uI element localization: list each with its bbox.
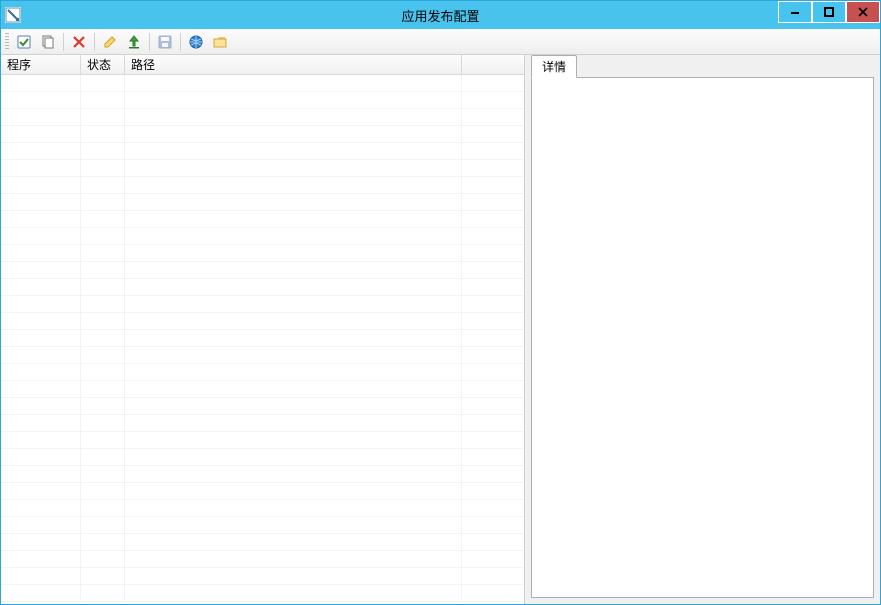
- table-row[interactable]: [1, 568, 524, 585]
- table-row[interactable]: [1, 143, 524, 160]
- table-row[interactable]: [1, 398, 524, 415]
- delete-icon: [71, 34, 87, 50]
- table-row[interactable]: [1, 109, 524, 126]
- toolbar-separator: [180, 33, 181, 51]
- tabs-row: 详情: [531, 55, 874, 77]
- table-row[interactable]: [1, 126, 524, 143]
- toolbar-grip: [5, 33, 9, 51]
- upload-icon: [126, 34, 142, 50]
- checklist-icon: [16, 34, 32, 50]
- app-icon: [5, 7, 21, 23]
- table-row[interactable]: [1, 551, 524, 568]
- table-row[interactable]: [1, 466, 524, 483]
- publish-button[interactable]: [123, 31, 145, 53]
- table-row[interactable]: [1, 313, 524, 330]
- edit-button[interactable]: [99, 31, 121, 53]
- details-content: [531, 77, 874, 598]
- table-row[interactable]: [1, 330, 524, 347]
- copy-button[interactable]: [37, 31, 59, 53]
- minimize-button[interactable]: [778, 1, 812, 23]
- table-row[interactable]: [1, 262, 524, 279]
- close-icon: [858, 7, 868, 17]
- table-row[interactable]: [1, 449, 524, 466]
- table-row[interactable]: [1, 534, 524, 551]
- folder-button[interactable]: [209, 31, 231, 53]
- titlebar: 应用发布配置: [1, 1, 880, 29]
- globe-icon: [188, 34, 204, 50]
- table-row[interactable]: [1, 296, 524, 313]
- column-header-extra[interactable]: [462, 55, 524, 74]
- toolbar-separator: [63, 33, 64, 51]
- table-row[interactable]: [1, 347, 524, 364]
- table-row[interactable]: [1, 75, 524, 92]
- details-panel: 详情: [525, 55, 880, 604]
- window-controls: [778, 1, 880, 29]
- table-row[interactable]: [1, 517, 524, 534]
- window-title: 应用发布配置: [1, 6, 880, 25]
- table-row[interactable]: [1, 194, 524, 211]
- table-row[interactable]: [1, 432, 524, 449]
- table-row[interactable]: [1, 415, 524, 432]
- table-row[interactable]: [1, 500, 524, 517]
- content-area: 程序 状态 路径 详情: [1, 55, 880, 604]
- folder-icon: [212, 34, 228, 50]
- table-header: 程序 状态 路径: [1, 55, 524, 75]
- copy-icon: [40, 34, 56, 50]
- table-row[interactable]: [1, 364, 524, 381]
- table-row[interactable]: [1, 211, 524, 228]
- checklist-button[interactable]: [13, 31, 35, 53]
- table-row[interactable]: [1, 381, 524, 398]
- toolbar-separator: [94, 33, 95, 51]
- table-row[interactable]: [1, 279, 524, 296]
- save-icon: [157, 34, 173, 50]
- maximize-icon: [824, 7, 834, 17]
- delete-button[interactable]: [68, 31, 90, 53]
- minimize-icon: [790, 7, 800, 17]
- maximize-button[interactable]: [812, 1, 846, 23]
- table-row[interactable]: [1, 585, 524, 602]
- table-row[interactable]: [1, 483, 524, 500]
- table-row[interactable]: [1, 160, 524, 177]
- column-header-program[interactable]: 程序: [1, 55, 81, 74]
- table-body[interactable]: [1, 75, 524, 604]
- save-button: [154, 31, 176, 53]
- toolbar: [1, 29, 880, 55]
- toolbar-separator: [149, 33, 150, 51]
- tab-details[interactable]: 详情: [531, 55, 577, 78]
- column-header-path[interactable]: 路径: [125, 55, 462, 74]
- table-row[interactable]: [1, 245, 524, 262]
- column-header-status[interactable]: 状态: [81, 55, 125, 74]
- edit-icon: [102, 34, 118, 50]
- table-row[interactable]: [1, 228, 524, 245]
- program-list-panel: 程序 状态 路径: [1, 55, 525, 604]
- table-row[interactable]: [1, 177, 524, 194]
- globe-button[interactable]: [185, 31, 207, 53]
- close-button[interactable]: [846, 1, 880, 23]
- table-row[interactable]: [1, 92, 524, 109]
